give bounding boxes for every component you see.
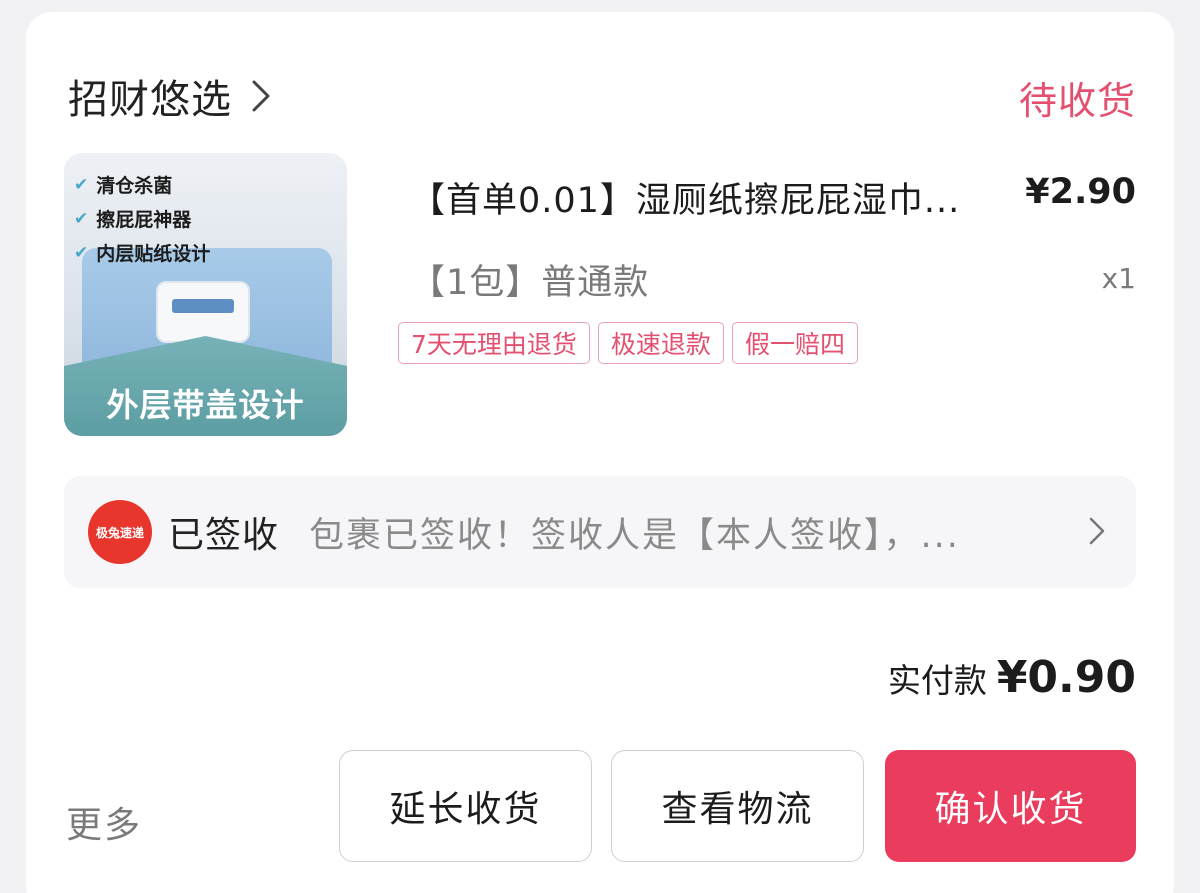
tag-fast-refund: 极速退款 bbox=[597, 322, 724, 364]
paid-label: 实付款 bbox=[887, 661, 987, 700]
tag-no-reason-return: 7天无理由退货 bbox=[398, 322, 590, 364]
logistics-status: 已签收 bbox=[168, 515, 280, 556]
logistics-detail: 包裹已签收！签收人是【本人签收】，... bbox=[309, 515, 960, 556]
order-status: 待收货 bbox=[1018, 79, 1136, 123]
feature-label: 内层贴纸设计 bbox=[96, 243, 211, 265]
order-card: 招财悠选 待收货 ✔ 清仓杀菌 ✔ 擦屁屁神器 ✔ 内层贴纸设计 外层带盖设计 … bbox=[26, 12, 1174, 893]
chevron-right-icon[interactable] bbox=[250, 76, 278, 116]
tag-fake-compensation: 假一赔四 bbox=[731, 322, 858, 364]
feature-label: 擦屁屁神器 bbox=[96, 209, 192, 231]
product-title[interactable]: 【首单0.01】湿厕纸擦屁屁湿巾... bbox=[410, 172, 1010, 223]
feature-item: ✔ 擦屁屁神器 bbox=[74, 205, 191, 232]
confirm-receipt-button[interactable]: 确认收货 bbox=[885, 750, 1136, 862]
image-banner-text: 外层带盖设计 bbox=[106, 386, 305, 424]
payment-summary: 实付款 ¥0.90 bbox=[888, 652, 1136, 703]
check-icon: ✔ bbox=[74, 208, 89, 229]
feature-item: ✔ 清仓杀菌 bbox=[74, 171, 172, 198]
shop-header[interactable]: 招财悠选 bbox=[68, 68, 278, 124]
product-quantity: x1 bbox=[1101, 262, 1136, 295]
check-icon: ✔ bbox=[74, 174, 89, 195]
extend-receipt-button[interactable]: 延长收货 bbox=[339, 750, 592, 862]
service-tags: 7天无理由退货 极速退款 假一赔四 bbox=[398, 322, 858, 364]
paid-amount: ¥0.90 bbox=[996, 652, 1136, 703]
courier-logo: 极兔速递 bbox=[88, 500, 152, 564]
chevron-right-icon[interactable] bbox=[1088, 516, 1106, 546]
shop-name[interactable]: 招财悠选 bbox=[68, 67, 232, 125]
product-variant: 【1包】普通款 bbox=[410, 263, 650, 303]
product-image[interactable]: ✔ 清仓杀菌 ✔ 擦屁屁神器 ✔ 内层贴纸设计 外层带盖设计 bbox=[64, 153, 347, 436]
check-icon: ✔ bbox=[74, 242, 89, 263]
product-price: ¥2.90 bbox=[1025, 172, 1136, 212]
view-logistics-button[interactable]: 查看物流 bbox=[611, 750, 864, 862]
feature-item: ✔ 内层贴纸设计 bbox=[74, 239, 210, 266]
more-button[interactable]: 更多 bbox=[66, 796, 142, 848]
feature-label: 清仓杀菌 bbox=[96, 175, 173, 197]
product-lid-label-graphic bbox=[172, 299, 234, 313]
logistics-bar[interactable]: 极兔速递 已签收 包裹已签收！签收人是【本人签收】，... bbox=[64, 476, 1136, 588]
